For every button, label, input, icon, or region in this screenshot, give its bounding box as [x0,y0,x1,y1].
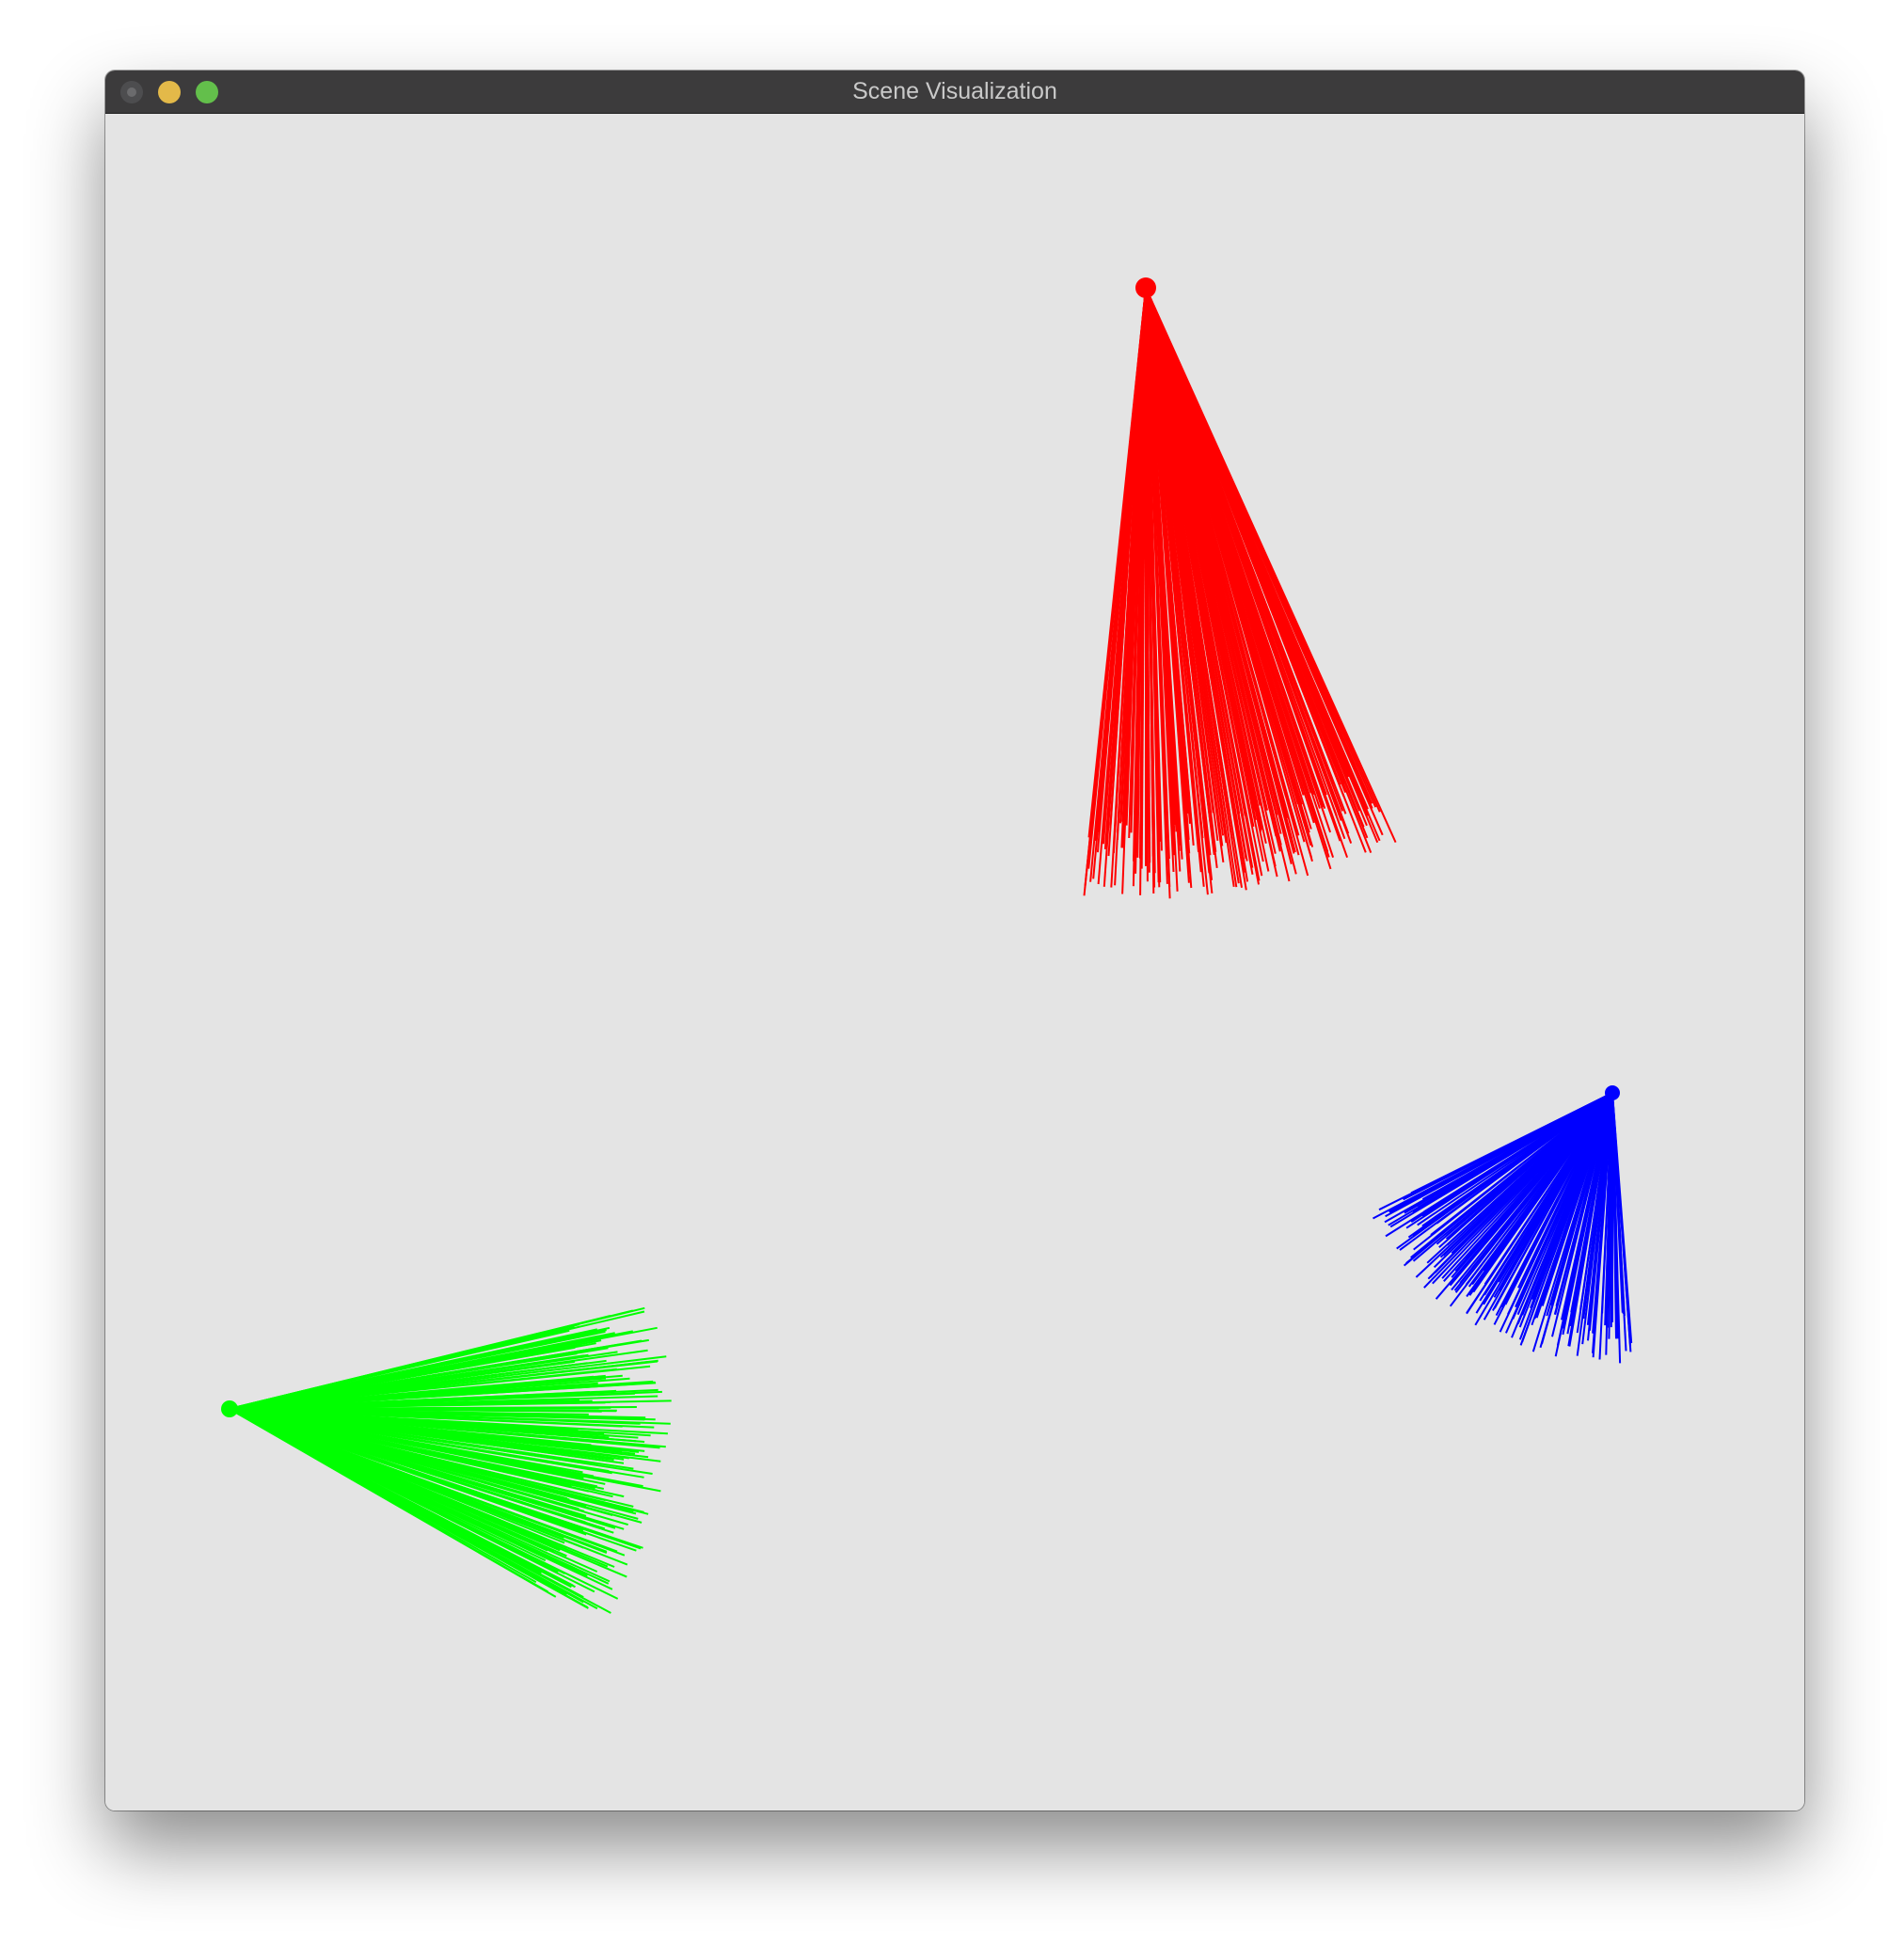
scene-svg [221,277,1633,1614]
green-ray-fan [221,1306,672,1614]
title-bar[interactable]: Scene Visualization [105,71,1804,114]
app-window: Scene Visualization [105,71,1804,1811]
red-ray-fan [1083,277,1397,899]
blue-origin-point [1605,1085,1620,1100]
green-origin-point [221,1400,238,1417]
red-origin-point [1135,277,1156,298]
window-title: Scene Visualization [852,78,1057,104]
scene-canvas[interactable] [105,114,1804,1811]
blue-ray-fan [1372,1085,1633,1364]
